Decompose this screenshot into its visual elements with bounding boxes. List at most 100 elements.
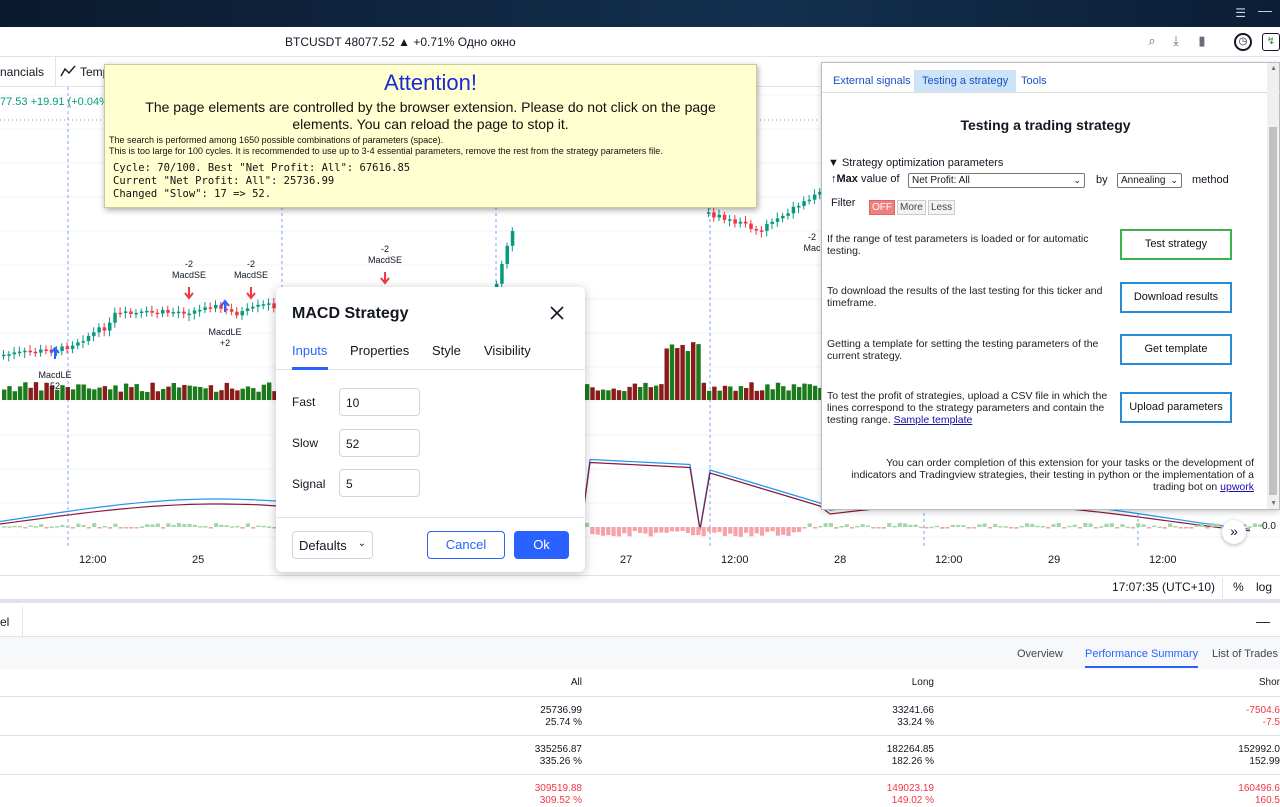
- histogram-bar: [977, 524, 982, 527]
- histogram-bar: [1072, 524, 1077, 527]
- histogram-bar: [791, 527, 796, 533]
- histogram-bar: [648, 527, 653, 537]
- cell-short: 152992.0 152.99: [1238, 744, 1280, 767]
- metric-select[interactable]: Net Profit: All ⌄: [908, 173, 1085, 188]
- percent-scale-button[interactable]: %: [1233, 580, 1244, 594]
- histogram-bar: [712, 527, 717, 533]
- test-strategy-button[interactable]: Test strategy: [1120, 229, 1232, 260]
- fast-input[interactable]: 10: [339, 388, 420, 416]
- signal-arrow: [50, 346, 60, 359]
- alarm-clock-icon[interactable]: ◷: [1234, 33, 1252, 51]
- macd-strategy-dialog: MACD Strategy Inputs Properties Style Vi…: [276, 287, 585, 572]
- log-scale-button[interactable]: log: [1256, 580, 1272, 594]
- histogram-bar: [653, 527, 659, 533]
- volume-bar: [134, 384, 139, 400]
- histogram-bar: [1014, 527, 1019, 529]
- dialog-title: MACD Strategy: [292, 305, 409, 322]
- zoom-icon[interactable]: ⌕: [1144, 33, 1160, 49]
- upload-parameters-button[interactable]: Upload parameters: [1120, 392, 1232, 423]
- histogram-bar: [860, 524, 865, 527]
- defaults-dropdown[interactable]: Defaults ⌄: [292, 531, 373, 559]
- cancel-button[interactable]: Cancel: [427, 531, 505, 559]
- histogram-bar: [251, 527, 256, 529]
- minimize-button[interactable]: —: [1258, 2, 1272, 18]
- candle: [60, 346, 64, 352]
- cell-all: 309519.88 309.52 %: [534, 783, 582, 806]
- upwork-link[interactable]: upwork: [1220, 481, 1254, 493]
- histogram-bar: [192, 524, 197, 527]
- volume-bar: [17, 386, 23, 400]
- candle: [712, 212, 716, 218]
- templates-icon[interactable]: [60, 65, 76, 80]
- histogram-bar: [256, 525, 261, 528]
- histogram-bar: [802, 527, 807, 529]
- volume-bar: [749, 382, 754, 400]
- signal-input[interactable]: 5: [339, 469, 420, 497]
- ok-button[interactable]: Ok: [514, 531, 569, 559]
- menu-icon[interactable]: ☰: [1235, 6, 1246, 20]
- tab-inputs[interactable]: Inputs: [292, 343, 327, 358]
- volume-bar: [7, 386, 12, 400]
- collapse-panel-icon[interactable]: —: [1256, 613, 1270, 629]
- signal-sublabel: MacdSE: [172, 270, 206, 280]
- scroll-down-icon[interactable]: ▼: [1270, 500, 1277, 507]
- tab-list-of-trades[interactable]: List of Trades: [1212, 648, 1278, 660]
- tab-visibility[interactable]: Visibility: [484, 343, 531, 358]
- column-header-long: Long: [911, 677, 934, 688]
- tab-tools[interactable]: Tools: [1013, 70, 1055, 92]
- candle: [108, 322, 112, 331]
- financials-button[interactable]: nancials: [0, 65, 44, 79]
- candle: [76, 342, 80, 346]
- slow-input[interactable]: 52: [339, 429, 420, 457]
- scroll-forward-button[interactable]: »: [1222, 520, 1246, 544]
- volume-bar: [28, 387, 33, 400]
- extension-panel: External signals Testing a strategy Tool…: [821, 62, 1280, 510]
- get-template-button[interactable]: Get template: [1120, 334, 1232, 365]
- tab-overview[interactable]: Overview: [1017, 648, 1063, 660]
- optimization-section-toggle[interactable]: ▼ Strategy optimization parameters: [828, 157, 1003, 169]
- candle: [92, 332, 96, 336]
- close-icon[interactable]: [549, 305, 565, 321]
- candle: [39, 349, 43, 353]
- filter-more-button[interactable]: More: [897, 200, 926, 215]
- bookmark-icon[interactable]: ▮: [1194, 33, 1210, 49]
- cell-short: -7504.6 -7.5: [1246, 705, 1280, 728]
- column-header-short: Shor: [1258, 677, 1280, 688]
- candle: [208, 307, 213, 309]
- volume-bar: [176, 387, 182, 400]
- histogram-bar: [971, 527, 977, 529]
- histogram-bar: [1046, 527, 1051, 529]
- cell-all: 25736.99 25.74 %: [540, 705, 582, 728]
- histogram-bar: [1009, 527, 1014, 529]
- volume-bar: [585, 384, 590, 400]
- histogram-bar: [924, 527, 929, 529]
- histogram-bar: [595, 527, 600, 535]
- tab-external-signals[interactable]: External signals: [825, 70, 919, 92]
- candle: [759, 230, 764, 232]
- tab-testing-strategy[interactable]: Testing a strategy: [914, 70, 1017, 92]
- by-label: by: [1096, 174, 1108, 186]
- scroll-up-icon[interactable]: ▲: [1270, 65, 1277, 72]
- candle: [171, 312, 176, 314]
- extension-icon[interactable]: ↯: [1262, 33, 1280, 51]
- panel-label[interactable]: el: [0, 615, 9, 629]
- method-label: method: [1192, 174, 1229, 186]
- histogram-bar: [749, 527, 754, 537]
- sample-template-link[interactable]: Sample template: [894, 414, 973, 426]
- download-icon[interactable]: ⤓: [1168, 33, 1184, 49]
- attention-message: The page elements are controlled by the …: [145, 99, 716, 132]
- scrollbar-thumb[interactable]: [1269, 127, 1277, 495]
- tab-properties[interactable]: Properties: [350, 343, 409, 358]
- volume-bar: [55, 389, 60, 400]
- histogram-bar: [728, 527, 733, 534]
- candle: [7, 354, 11, 356]
- tab-performance-summary[interactable]: Performance Summary: [1085, 648, 1199, 668]
- download-results-button[interactable]: Download results: [1120, 282, 1232, 313]
- signal-label: Signal: [292, 477, 326, 491]
- volume-bar: [203, 388, 208, 400]
- tab-style[interactable]: Style: [432, 343, 461, 358]
- filter-less-button[interactable]: Less: [928, 200, 956, 215]
- filter-off-button[interactable]: OFF: [869, 200, 895, 215]
- x-axis-label: 28: [834, 554, 847, 566]
- method-select[interactable]: Annealing ⌄: [1117, 173, 1182, 188]
